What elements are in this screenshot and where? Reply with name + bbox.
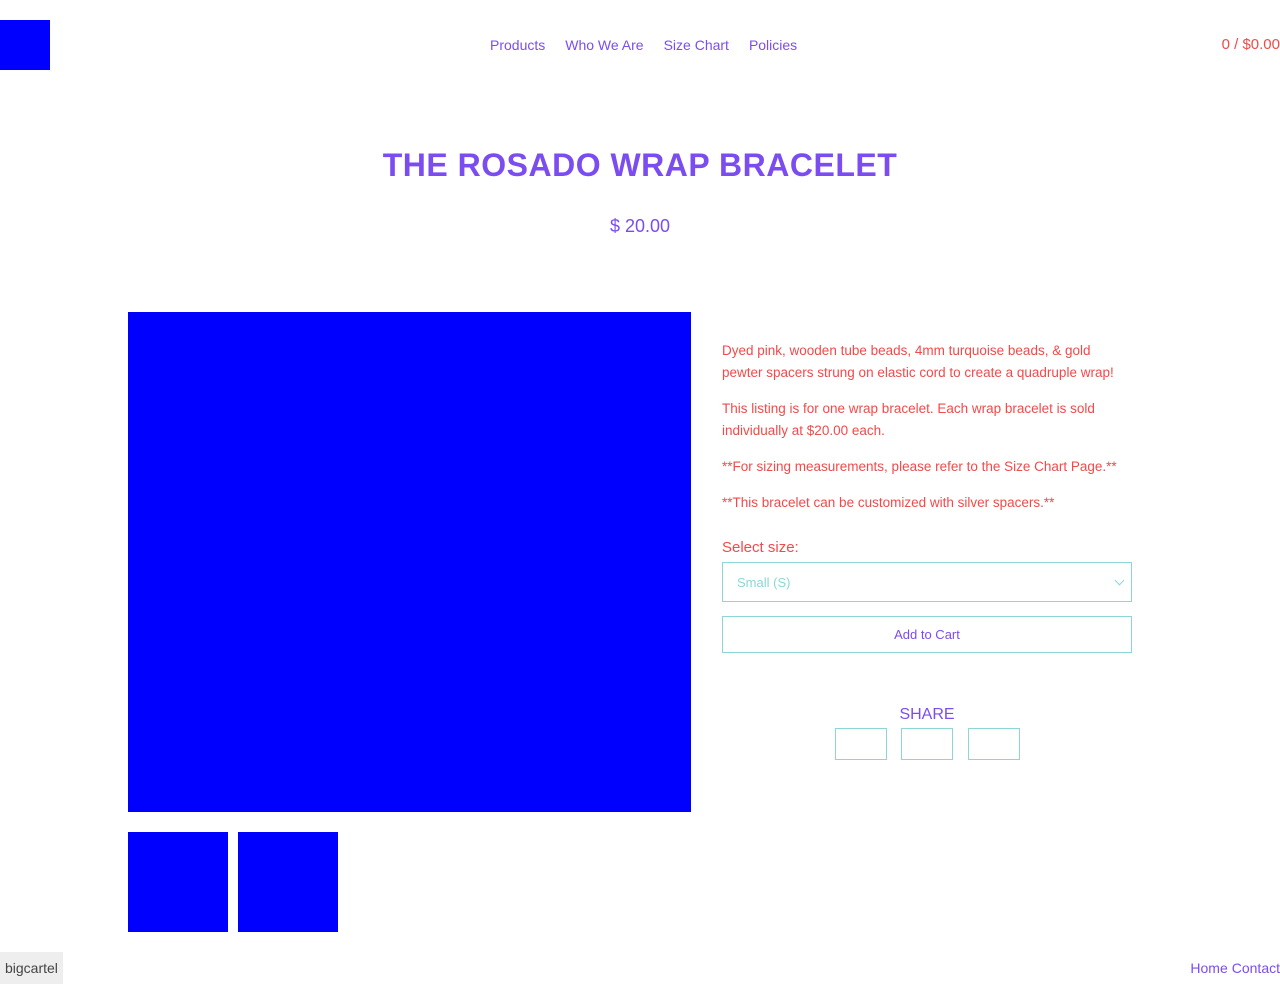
nav-size-chart-link[interactable]: Size Chart xyxy=(664,37,729,53)
size-select-label: Select size: xyxy=(722,539,799,556)
footer-home-link[interactable]: Home xyxy=(1190,960,1227,976)
share-label: SHARE xyxy=(899,706,955,723)
description-paragraph-1: Dyed pink, wooden tube beads, 4mm turquo… xyxy=(722,343,1114,380)
store-logo[interactable] xyxy=(0,20,50,70)
description-paragraph-2: This listing is for one wrap bracelet. E… xyxy=(722,401,1095,438)
description-paragraph-4: **This bracelet can be customized with s… xyxy=(722,495,1055,510)
description-paragraph-3: **For sizing measurements, please refer … xyxy=(722,459,1117,474)
share-button-1[interactable] xyxy=(835,728,887,760)
size-select-value: Small (S) xyxy=(737,574,791,590)
main-nav: Products Who We Are Size Chart Policies xyxy=(490,37,797,53)
chevron-down-icon xyxy=(1114,575,1125,585)
product-title: THE ROSADO WRAP BRACELET xyxy=(382,147,898,183)
add-to-cart-button[interactable]: Add to Cart xyxy=(722,616,1132,653)
share-button-2[interactable] xyxy=(901,728,953,760)
footer-links: Home Contact xyxy=(1190,960,1280,976)
nav-policies-link[interactable]: Policies xyxy=(749,37,797,53)
cart-summary-link[interactable]: 0 / $0.00 xyxy=(1222,36,1280,53)
bigcartel-badge[interactable]: bigcartel xyxy=(0,952,63,984)
product-thumbnail-1[interactable] xyxy=(128,832,228,932)
product-price: $ 20.00 xyxy=(609,216,671,236)
nav-who-we-are-link[interactable]: Who We Are xyxy=(565,37,643,53)
footer-contact-link[interactable]: Contact xyxy=(1232,960,1280,976)
nav-products-link[interactable]: Products xyxy=(490,37,545,53)
size-select[interactable]: Small (S) xyxy=(722,562,1132,602)
product-description: Dyed pink, wooden tube beads, 4mm turquo… xyxy=(722,340,1134,528)
share-button-3[interactable] xyxy=(968,728,1020,760)
product-thumbnail-2[interactable] xyxy=(238,832,338,932)
product-main-image xyxy=(128,312,691,812)
